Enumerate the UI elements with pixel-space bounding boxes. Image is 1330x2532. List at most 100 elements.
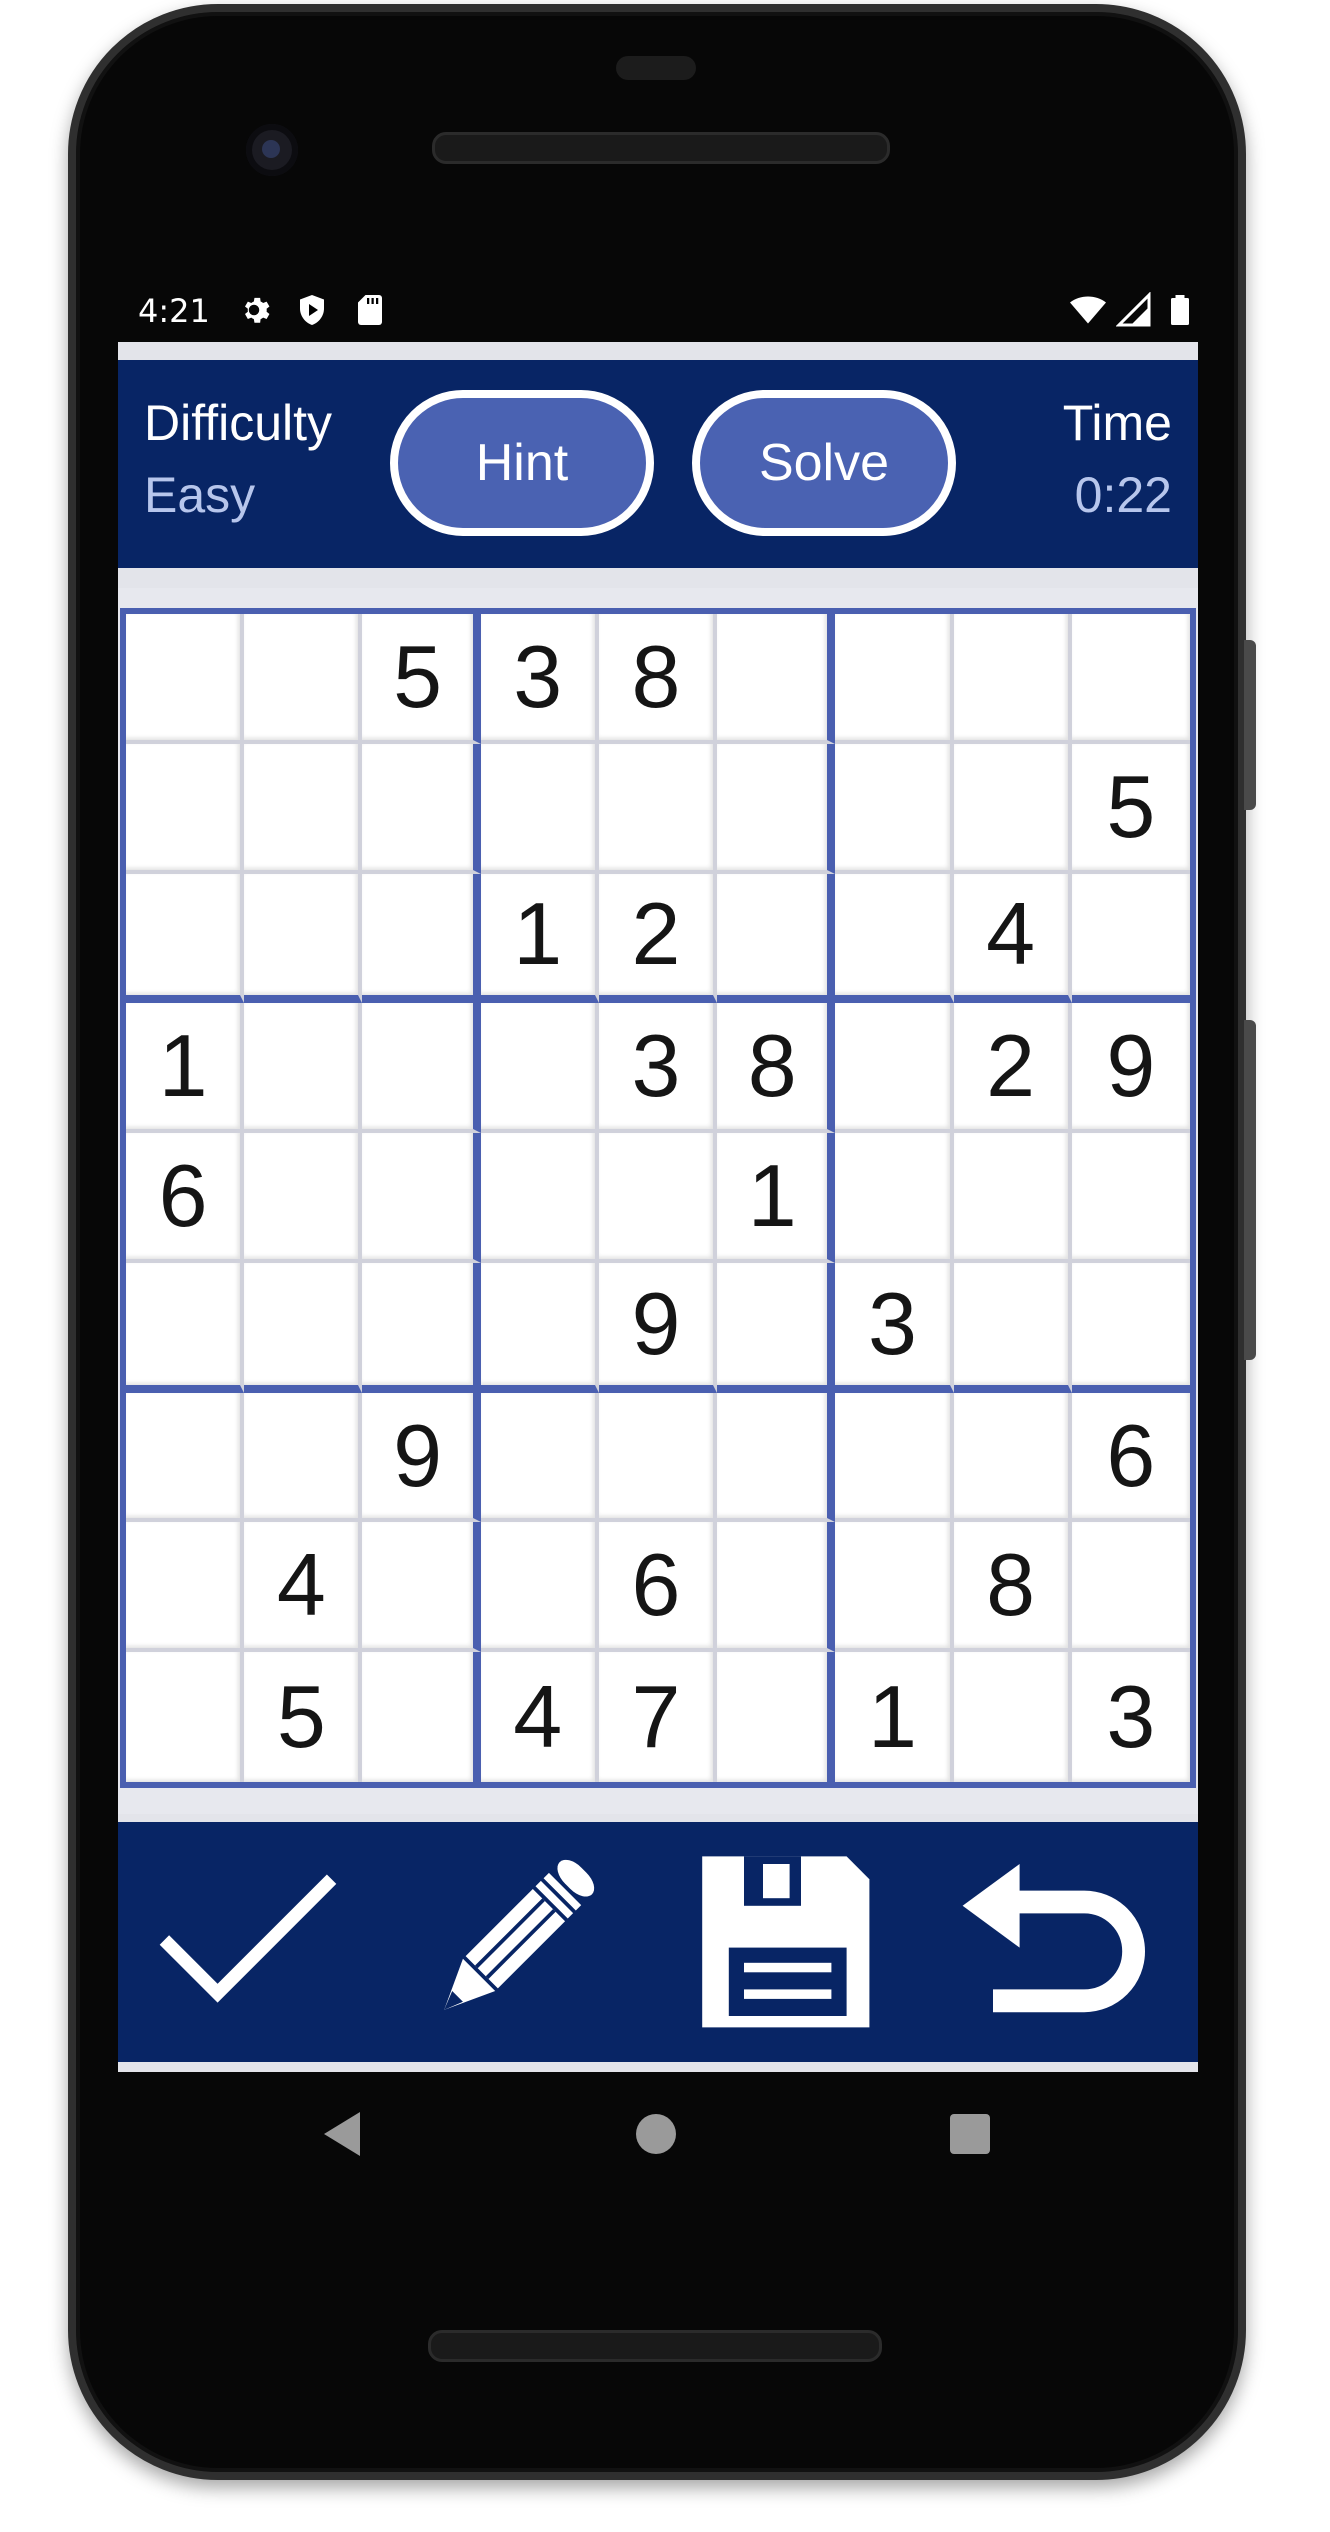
sudoku-cell-r1-c2[interactable] xyxy=(244,614,363,744)
sudoku-cell-r4-c9[interactable]: 9 xyxy=(1071,1003,1190,1134)
sudoku-cell-r7-c5[interactable] xyxy=(598,1392,718,1523)
sudoku-cell-r2-c5[interactable] xyxy=(598,743,718,874)
back-icon[interactable] xyxy=(324,2112,360,2156)
sudoku-cell-r1-c3[interactable]: 5 xyxy=(362,614,481,744)
board-container: 53851241382961939646854713 xyxy=(118,588,1198,1814)
sudoku-cell-r2-c3[interactable] xyxy=(362,743,481,874)
sudoku-cell-r4-c6[interactable]: 8 xyxy=(717,1003,836,1134)
sudoku-cell-r3-c7[interactable] xyxy=(835,873,954,1004)
sudoku-cell-r8-c7[interactable] xyxy=(835,1522,954,1653)
sudoku-cell-r1-c4[interactable]: 3 xyxy=(480,614,599,744)
sudoku-cell-r9-c2[interactable]: 5 xyxy=(244,1652,363,1782)
sudoku-cell-r6-c2[interactable] xyxy=(244,1262,363,1393)
sudoku-cell-r5-c9[interactable] xyxy=(1071,1133,1190,1263)
sudoku-cell-r3-c6[interactable] xyxy=(717,873,836,1004)
sudoku-cell-r7-c4[interactable] xyxy=(480,1392,599,1523)
sudoku-cell-r1-c7[interactable] xyxy=(835,614,954,744)
sudoku-cell-r1-c9[interactable] xyxy=(1071,614,1190,744)
sudoku-cell-r7-c6[interactable] xyxy=(717,1392,836,1523)
sudoku-cell-r2-c9[interactable]: 5 xyxy=(1071,743,1190,874)
sudoku-cell-r3-c2[interactable] xyxy=(244,873,363,1004)
home-icon[interactable] xyxy=(636,2114,676,2154)
sudoku-cell-r9-c3[interactable] xyxy=(362,1652,481,1782)
sudoku-cell-r2-c4[interactable] xyxy=(480,743,599,874)
sudoku-cell-r6-c3[interactable] xyxy=(362,1262,481,1393)
sudoku-cell-r4-c7[interactable] xyxy=(835,1003,954,1134)
sudoku-cell-r1-c8[interactable] xyxy=(953,614,1072,744)
sudoku-cell-r3-c8[interactable]: 4 xyxy=(953,873,1072,1004)
sudoku-cell-r8-c5[interactable]: 6 xyxy=(598,1522,718,1653)
sudoku-cell-r8-c9[interactable] xyxy=(1071,1522,1190,1653)
sudoku-cell-r2-c2[interactable] xyxy=(244,743,363,874)
sudoku-cell-r9-c7[interactable]: 1 xyxy=(835,1652,954,1782)
pencil-button[interactable] xyxy=(414,1842,614,2042)
signal-icon xyxy=(1115,291,1152,328)
sudoku-cell-r9-c6[interactable] xyxy=(717,1652,836,1782)
sudoku-cell-r2-c7[interactable] xyxy=(835,743,954,874)
sudoku-cell-r9-c4[interactable]: 4 xyxy=(480,1652,599,1782)
hint-button[interactable]: Hint xyxy=(390,390,654,536)
recents-icon[interactable] xyxy=(950,2114,990,2154)
bottom-toolbar xyxy=(118,1822,1198,2062)
undo-button[interactable] xyxy=(950,1842,1150,2042)
sudoku-grid: 53851241382961939646854713 xyxy=(120,608,1196,1788)
sudoku-cell-r8-c8[interactable]: 8 xyxy=(953,1522,1072,1653)
sudoku-cell-r4-c5[interactable]: 3 xyxy=(598,1003,718,1134)
sudoku-cell-r8-c4[interactable] xyxy=(480,1522,599,1653)
sudoku-cell-r6-c6[interactable] xyxy=(717,1262,836,1393)
sudoku-cell-r3-c3[interactable] xyxy=(362,873,481,1004)
sudoku-cell-r8-c1[interactable] xyxy=(126,1522,245,1653)
app-screen: Difficulty Easy Hint Solve Time 0:22 538… xyxy=(118,342,1198,2072)
sudoku-cell-r2-c8[interactable] xyxy=(953,743,1072,874)
difficulty-value[interactable]: Easy xyxy=(144,466,255,524)
sudoku-cell-r7-c3[interactable]: 9 xyxy=(362,1392,481,1523)
sudoku-cell-r1-c6[interactable] xyxy=(717,614,836,744)
sudoku-cell-r4-c2[interactable] xyxy=(244,1003,363,1134)
sudoku-cell-r5-c6[interactable]: 1 xyxy=(717,1133,836,1263)
sudoku-cell-r5-c1[interactable]: 6 xyxy=(126,1133,245,1263)
sudoku-cell-r7-c8[interactable] xyxy=(953,1392,1072,1523)
gear-icon xyxy=(236,292,272,328)
sudoku-cell-r5-c8[interactable] xyxy=(953,1133,1072,1263)
sd-card-icon xyxy=(352,292,388,328)
sudoku-cell-r5-c7[interactable] xyxy=(835,1133,954,1263)
solve-button[interactable]: Solve xyxy=(692,390,956,536)
sudoku-cell-r4-c1[interactable]: 1 xyxy=(126,1003,245,1134)
sudoku-cell-r7-c7[interactable] xyxy=(835,1392,954,1523)
sudoku-cell-r2-c1[interactable] xyxy=(126,743,245,874)
sudoku-cell-r4-c8[interactable]: 2 xyxy=(953,1003,1072,1134)
sudoku-cell-r1-c1[interactable] xyxy=(126,614,245,744)
sudoku-cell-r6-c9[interactable] xyxy=(1071,1262,1190,1393)
sudoku-cell-r8-c3[interactable] xyxy=(362,1522,481,1653)
sudoku-cell-r7-c2[interactable] xyxy=(244,1392,363,1523)
sudoku-cell-r9-c5[interactable]: 7 xyxy=(598,1652,718,1782)
sudoku-cell-r1-c5[interactable]: 8 xyxy=(598,614,718,744)
time-label: Time xyxy=(1062,395,1172,451)
sudoku-cell-r4-c4[interactable] xyxy=(480,1003,599,1134)
sudoku-cell-r8-c2[interactable]: 4 xyxy=(244,1522,363,1653)
sudoku-cell-r2-c6[interactable] xyxy=(717,743,836,874)
sudoku-cell-r6-c8[interactable] xyxy=(953,1262,1072,1393)
sudoku-cell-r3-c1[interactable] xyxy=(126,873,245,1004)
sudoku-cell-r5-c5[interactable] xyxy=(598,1133,718,1263)
sudoku-cell-r5-c2[interactable] xyxy=(244,1133,363,1263)
sudoku-cell-r5-c3[interactable] xyxy=(362,1133,481,1263)
sudoku-cell-r9-c9[interactable]: 3 xyxy=(1071,1652,1190,1782)
sudoku-cell-r6-c5[interactable]: 9 xyxy=(598,1262,718,1393)
sudoku-cell-r9-c8[interactable] xyxy=(953,1652,1072,1782)
save-button[interactable] xyxy=(682,1842,882,2042)
sudoku-cell-r6-c4[interactable] xyxy=(480,1262,599,1393)
sudoku-cell-r6-c1[interactable] xyxy=(126,1262,245,1393)
check-button[interactable] xyxy=(148,1842,348,2042)
sudoku-cell-r5-c4[interactable] xyxy=(480,1133,599,1263)
sudoku-cell-r9-c1[interactable] xyxy=(126,1652,245,1782)
sudoku-cell-r6-c7[interactable]: 3 xyxy=(835,1262,954,1393)
sudoku-cell-r7-c9[interactable]: 6 xyxy=(1071,1392,1190,1523)
sudoku-cell-r8-c6[interactable] xyxy=(717,1522,836,1653)
sudoku-cell-r3-c9[interactable] xyxy=(1071,873,1190,1004)
sudoku-cell-r3-c5[interactable]: 2 xyxy=(598,873,718,1004)
sudoku-cell-r4-c3[interactable] xyxy=(362,1003,481,1134)
sudoku-cell-r3-c4[interactable]: 1 xyxy=(480,873,599,1004)
sudoku-cell-r7-c1[interactable] xyxy=(126,1392,245,1523)
bottom-speaker xyxy=(428,2330,882,2362)
